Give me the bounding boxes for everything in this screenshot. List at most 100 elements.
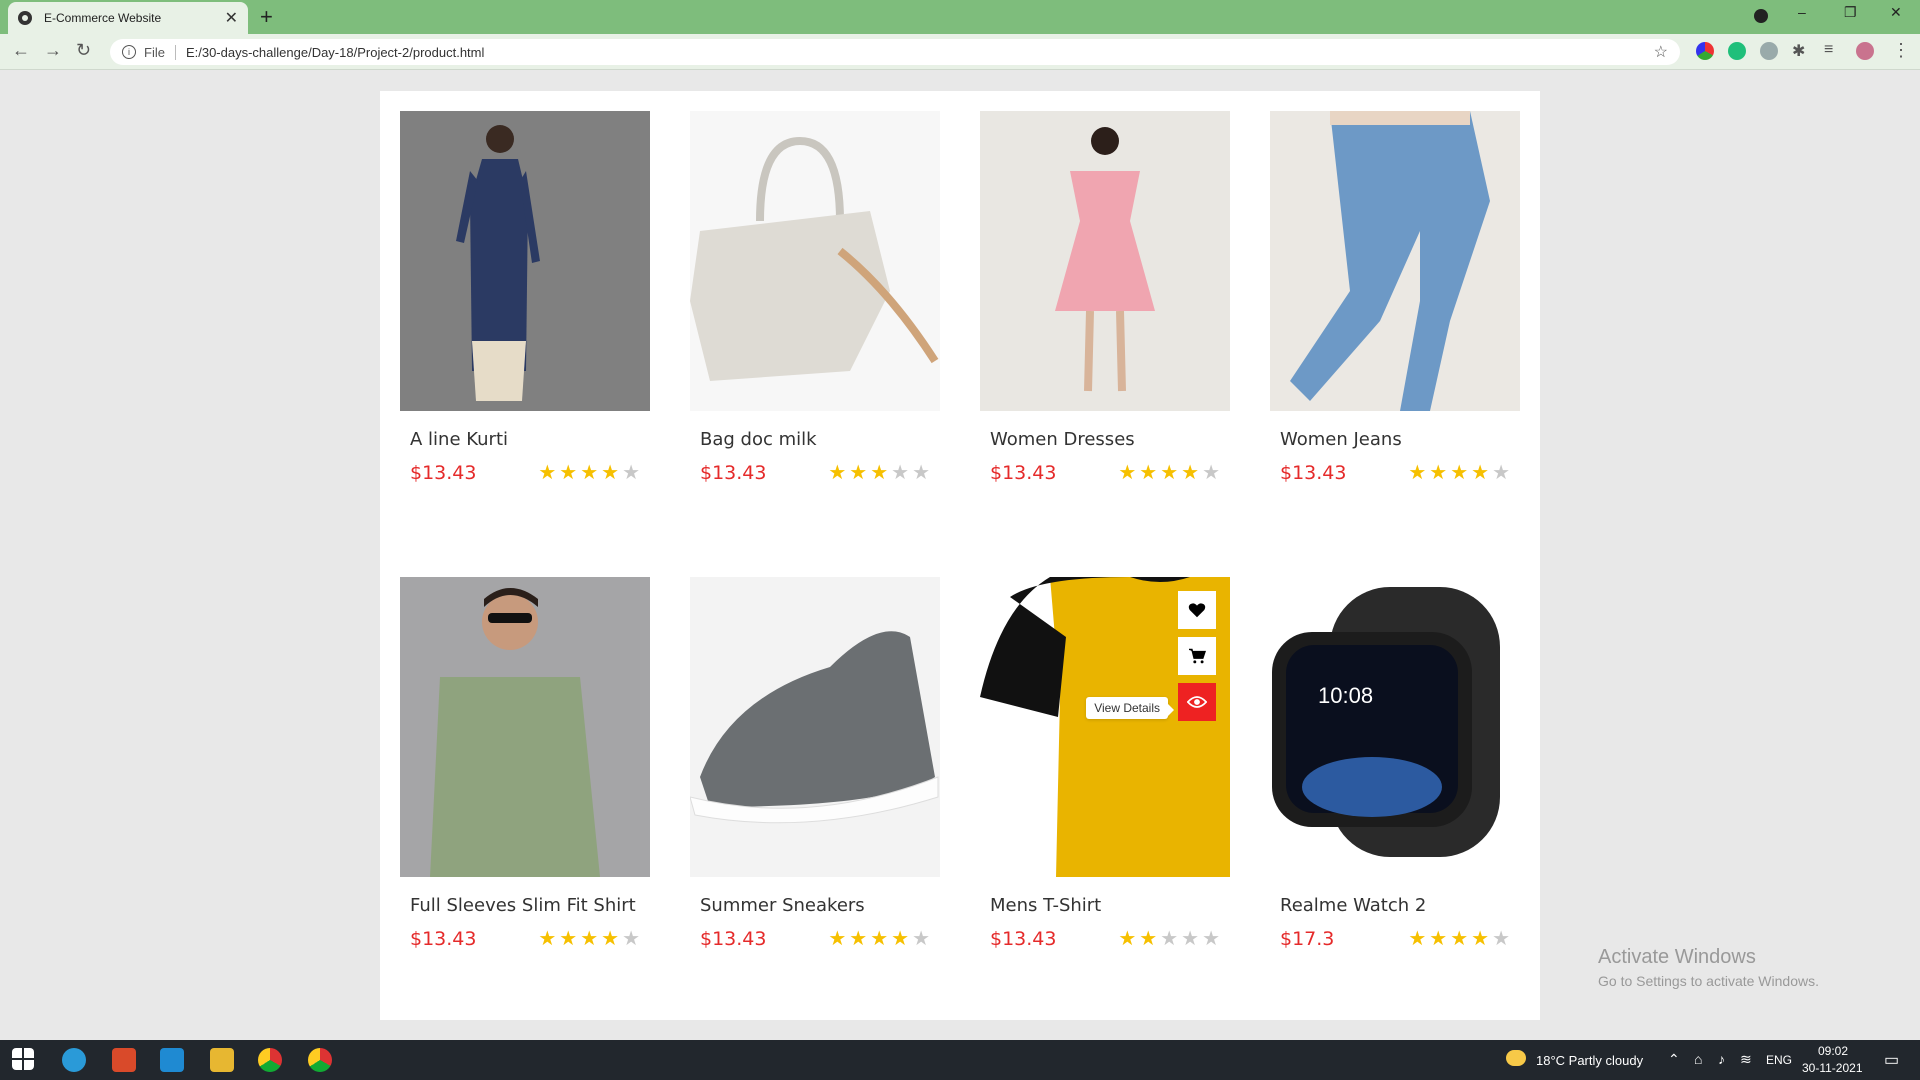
star-icon: ★ xyxy=(1139,462,1158,484)
product-image-tshirt[interactable]: View Details xyxy=(980,577,1230,877)
product-image-dress[interactable] xyxy=(980,111,1230,411)
weather-text[interactable]: 18°C Partly cloudy xyxy=(1536,1053,1643,1068)
product-name[interactable]: A line Kurti xyxy=(410,429,650,450)
tab-title: E-Commerce Website xyxy=(44,11,162,25)
product-card[interactable]: Women Jeans $13.43 ★ ★ ★ ★ ★ xyxy=(1270,111,1520,484)
product-name[interactable]: Realme Watch 2 xyxy=(1280,895,1520,916)
product-name[interactable]: Summer Sneakers xyxy=(700,895,940,916)
app-icon[interactable] xyxy=(112,1048,136,1072)
file-explorer-icon[interactable] xyxy=(210,1048,234,1072)
svg-text:10:08: 10:08 xyxy=(1318,683,1373,708)
star-icon: ★ xyxy=(1160,462,1179,484)
close-window-icon[interactable]: ✕ xyxy=(1890,4,1902,21)
product-image-shirt[interactable] xyxy=(400,577,650,877)
new-tab-button[interactable]: + xyxy=(260,4,273,30)
product-price: $13.43 xyxy=(410,928,477,950)
globe-icon xyxy=(18,11,32,25)
product-card[interactable]: View Details Mens T-Shirt $13.43 ★ ★ ★ ★ ★ xyxy=(980,577,1230,950)
clock-time[interactable]: 09:02 xyxy=(1818,1044,1848,1058)
vscode-icon[interactable] xyxy=(160,1048,184,1072)
rating-stars: ★ ★ ★ ★ ★ xyxy=(828,463,930,483)
product-name[interactable]: Bag doc milk xyxy=(700,429,940,450)
product-price: $17.3 xyxy=(1280,928,1335,950)
chrome-icon[interactable] xyxy=(258,1048,282,1072)
language-indicator[interactable]: ENG xyxy=(1766,1053,1792,1067)
product-price: $13.43 xyxy=(1280,462,1347,484)
volume-icon[interactable]: ♪ xyxy=(1718,1051,1725,1067)
add-to-cart-button[interactable] xyxy=(1178,637,1216,675)
url-scheme: File xyxy=(144,44,176,60)
activate-windows-watermark: Activate Windows Go to Settings to activ… xyxy=(1598,946,1819,989)
star-icon: ★ xyxy=(1429,462,1448,484)
star-icon: ★ xyxy=(849,462,868,484)
back-icon[interactable]: ← xyxy=(12,40,30,61)
product-name[interactable]: Women Dresses xyxy=(990,429,1230,450)
star-icon: ★ xyxy=(580,462,599,484)
product-image-sneakers[interactable] xyxy=(690,577,940,877)
star-icon: ★ xyxy=(1408,462,1427,484)
close-tab-icon[interactable]: ✕ xyxy=(225,8,238,28)
star-icon: ★ xyxy=(1202,928,1220,950)
grammarly-icon[interactable] xyxy=(1728,42,1746,60)
rating-stars: ★ ★ ★ ★ ★ xyxy=(1408,929,1510,949)
clock-date[interactable]: 30-11-2021 xyxy=(1802,1061,1863,1075)
profile-avatar[interactable] xyxy=(1856,42,1874,60)
product-image-bag[interactable] xyxy=(690,111,940,411)
metrics-extension-icon[interactable] xyxy=(1760,42,1778,60)
tray-chevron-icon[interactable]: ⌃ xyxy=(1668,1051,1680,1068)
reading-list-icon[interactable]: ≡ xyxy=(1824,41,1833,59)
star-icon: ★ xyxy=(538,462,557,484)
product-card[interactable]: Women Dresses $13.43 ★ ★ ★ ★ ★ xyxy=(980,111,1230,484)
view-details-button[interactable] xyxy=(1178,683,1216,721)
notification-icon[interactable]: ▭ xyxy=(1884,1050,1899,1070)
product-card[interactable]: Full Sleeves Slim Fit Shirt $13.43 ★ ★ ★ ★ ★ xyxy=(400,577,650,950)
product-image-kurti[interactable] xyxy=(400,111,650,411)
forward-icon[interactable]: → xyxy=(44,40,62,61)
product-grid: A line Kurti $13.43 ★ ★ ★ ★ ★ Bag doc milk $… xyxy=(380,91,1540,1020)
star-icon: ★ xyxy=(1492,928,1510,950)
product-name[interactable]: Full Sleeves Slim Fit Shirt xyxy=(410,895,650,916)
menu-kebab-icon[interactable]: ⋮ xyxy=(1892,40,1910,61)
chrome-media-icon[interactable] xyxy=(1754,9,1768,23)
start-windows-icon[interactable] xyxy=(12,1048,34,1070)
product-price: $13.43 xyxy=(700,928,767,950)
rating-stars: ★ ★ ★ ★ ★ xyxy=(828,929,930,949)
star-icon: ★ xyxy=(912,462,930,484)
product-name[interactable]: Mens T-Shirt xyxy=(990,895,1230,916)
info-icon[interactable]: i xyxy=(122,45,136,59)
product-card[interactable]: A line Kurti $13.43 ★ ★ ★ ★ ★ xyxy=(400,111,650,484)
star-icon: ★ xyxy=(1492,462,1510,484)
browser-tab[interactable]: E-Commerce Website ✕ xyxy=(8,2,248,34)
address-bar[interactable]: i File E:/30-days-challenge/Day-18/Proje… xyxy=(110,39,1680,65)
wishlist-heart-button[interactable] xyxy=(1178,591,1216,629)
restore-icon[interactable]: ❐ xyxy=(1844,4,1857,21)
heart-icon xyxy=(1188,603,1206,618)
weather-icon[interactable] xyxy=(1506,1050,1526,1066)
rating-stars: ★ ★ ★ ★ ★ xyxy=(538,463,640,483)
extensions-puzzle-icon[interactable]: ✱ xyxy=(1792,41,1805,61)
product-image-watch[interactable]: 10:08 xyxy=(1270,577,1520,877)
star-icon: ★ xyxy=(870,928,889,950)
star-icon: ★ xyxy=(601,928,620,950)
star-icon: ★ xyxy=(1408,928,1427,950)
product-card[interactable]: Summer Sneakers $13.43 ★ ★ ★ ★ ★ xyxy=(690,577,940,950)
product-image-jeans[interactable] xyxy=(1270,111,1520,411)
bookmark-star-icon[interactable]: ☆ xyxy=(1654,42,1668,62)
edge-icon[interactable] xyxy=(62,1048,86,1072)
product-name[interactable]: Women Jeans xyxy=(1280,429,1520,450)
rating-stars: ★ ★ ★ ★ ★ xyxy=(1118,463,1220,483)
star-icon: ★ xyxy=(559,462,578,484)
star-icon: ★ xyxy=(891,462,910,484)
product-card[interactable]: 10:08 Realme Watch 2 $17.3 ★ ★ ★ ★ ★ xyxy=(1270,577,1520,950)
reload-icon[interactable]: ↻ xyxy=(76,40,91,61)
chrome-profile-icon[interactable] xyxy=(308,1048,332,1072)
star-icon: ★ xyxy=(601,462,620,484)
product-card[interactable]: Bag doc milk $13.43 ★ ★ ★ ★ ★ xyxy=(690,111,940,484)
windows-taskbar: 18°C Partly cloudy ⌃ ⌂ ♪ ≋ ENG 09:02 30-… xyxy=(0,1040,1920,1080)
network-icon[interactable]: ⌂ xyxy=(1694,1051,1702,1067)
color-extension-icon[interactable] xyxy=(1696,42,1714,60)
cart-icon xyxy=(1189,648,1206,664)
minimize-icon[interactable]: – xyxy=(1798,4,1806,20)
product-price: $13.43 xyxy=(990,462,1057,484)
wifi-icon[interactable]: ≋ xyxy=(1740,1051,1752,1068)
